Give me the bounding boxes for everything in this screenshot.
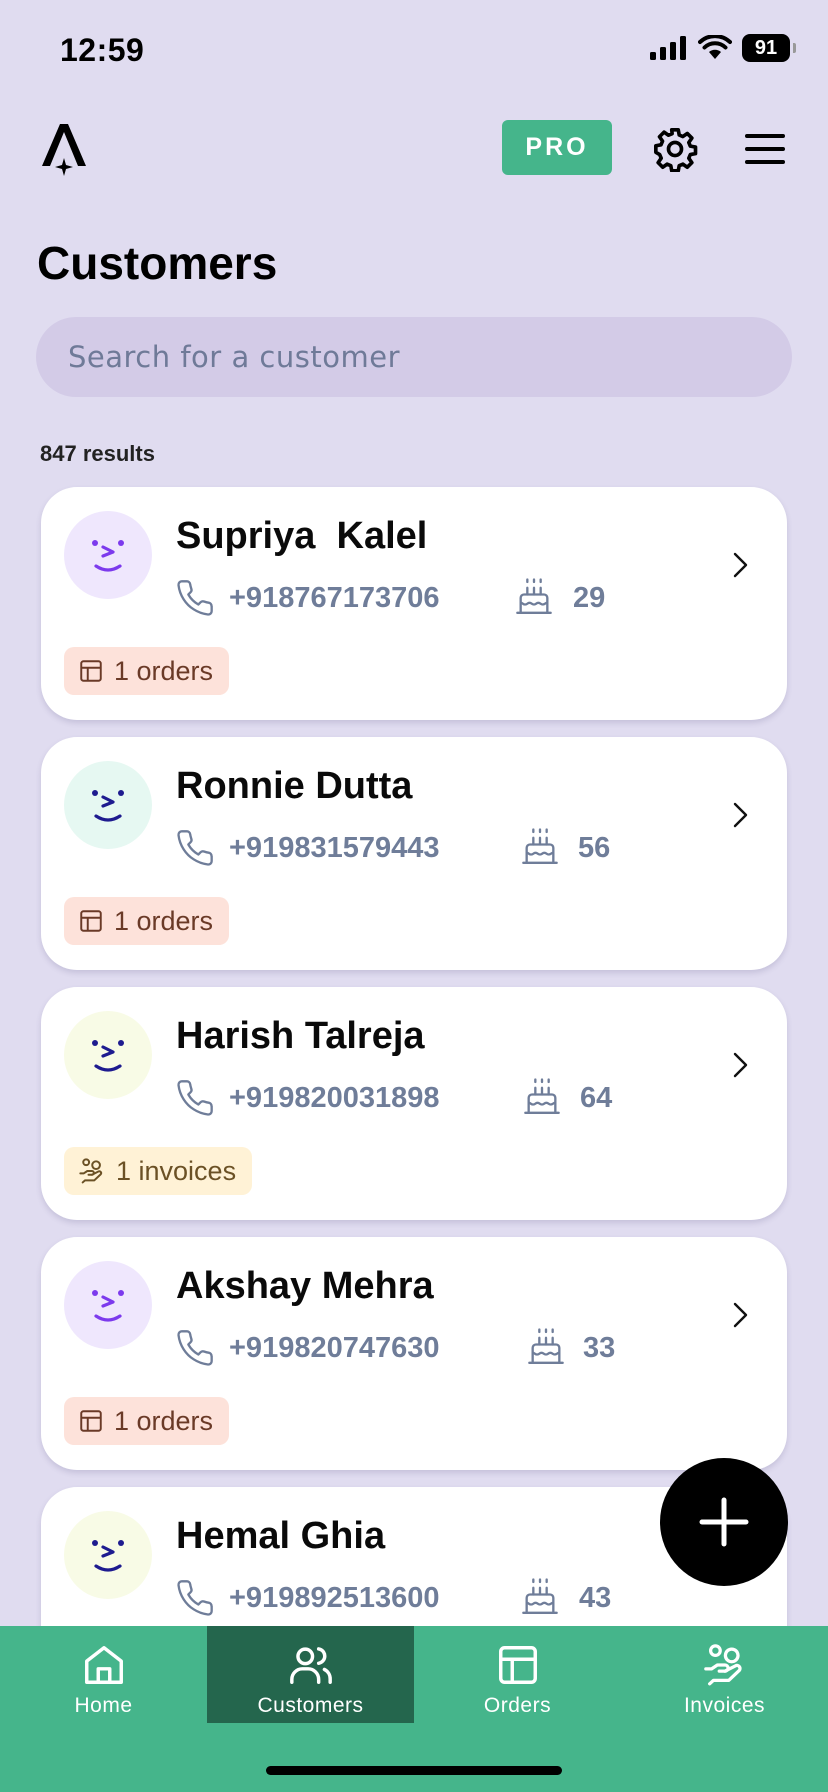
nav-label-invoices: Invoices: [683, 1694, 766, 1717]
customer-age: 33: [583, 1332, 616, 1364]
app-logo-icon[interactable]: [38, 118, 90, 178]
customer-name: Ronnie Dutta: [176, 765, 413, 807]
home-icon: [84, 1646, 123, 1684]
phone-icon: [175, 828, 215, 868]
orders-count-badge[interactable]: 1 orders: [64, 647, 230, 695]
table-icon: [498, 1646, 537, 1684]
chevron-right-icon[interactable]: [725, 800, 755, 830]
phone-icon: [175, 1328, 215, 1368]
nav-item-orders[interactable]: Orders: [414, 1626, 621, 1723]
badge-label: 1 orders: [114, 905, 214, 936]
nav-item-invoices[interactable]: Invoices: [621, 1626, 828, 1723]
nav-label-home: Home: [74, 1694, 133, 1717]
customer-card[interactable]: Ronnie Dutta +919831579443 56 1 orders: [41, 737, 787, 970]
avatar: [64, 511, 152, 599]
avatar: [64, 1011, 152, 1099]
birthday-cake-icon: [522, 1076, 562, 1118]
table-icon: [78, 658, 104, 684]
orders-count-badge[interactable]: 1 orders: [64, 897, 230, 945]
customer-age: 64: [580, 1082, 613, 1114]
nav-label-orders: Orders: [483, 1694, 552, 1717]
search-input[interactable]: [36, 317, 792, 397]
customer-phone[interactable]: +919831579443: [229, 832, 439, 865]
badge-label: 1 orders: [114, 1405, 214, 1436]
chevron-right-icon[interactable]: [725, 1300, 755, 1330]
users-icon: [289, 1647, 332, 1684]
customer-phone[interactable]: +919820747630: [229, 1332, 439, 1365]
chevron-right-icon[interactable]: [725, 550, 755, 580]
customer-name: Harish Talreja: [176, 1015, 425, 1057]
customer-name: Supriya Kalel: [176, 515, 428, 557]
customer-card[interactable]: Harish Talreja +919820031898 64 1 invoices: [41, 987, 787, 1220]
birthday-cake-icon: [520, 1576, 560, 1618]
page-title: Customers: [37, 237, 278, 289]
birthday-cake-icon: [520, 826, 560, 868]
home-indicator: [266, 1766, 562, 1775]
pro-badge[interactable]: PRO: [502, 120, 612, 175]
customer-name: Hemal Ghia: [176, 1515, 386, 1557]
status-time: 12:59: [60, 32, 145, 68]
battery-indicator: 91: [742, 34, 796, 62]
customer-age: 29: [573, 582, 606, 614]
avatar: [64, 1511, 152, 1599]
table-icon: [78, 908, 104, 934]
phone-icon: [175, 1078, 215, 1118]
customer-phone[interactable]: +918767173706: [229, 582, 439, 615]
customer-card[interactable]: Akshay Mehra +919820747630 33 1 orders: [41, 1237, 787, 1470]
customer-age: 43: [579, 1582, 612, 1614]
invoices-count-badge[interactable]: 1 invoices: [64, 1147, 253, 1195]
phone-icon: [175, 1578, 215, 1618]
settings-gear-icon[interactable]: [652, 126, 698, 173]
wifi-icon: [698, 35, 732, 59]
battery-level: 91: [754, 36, 778, 59]
chevron-right-icon[interactable]: [725, 1050, 755, 1080]
nav-item-home[interactable]: Home: [0, 1626, 207, 1723]
signal-icon: [650, 36, 686, 60]
hamburger-menu-icon[interactable]: [744, 128, 786, 170]
customer-name: Akshay Mehra: [176, 1265, 434, 1307]
customer-phone[interactable]: +919820031898: [229, 1082, 439, 1115]
avatar: [64, 761, 152, 849]
hand-coins-icon: [703, 1644, 742, 1686]
status-bar: 12:59 91: [0, 0, 828, 100]
phone-icon: [175, 578, 215, 618]
nav-item-customers[interactable]: Customers: [207, 1626, 414, 1723]
birthday-cake-icon: [514, 576, 554, 618]
status-icons: 91: [650, 34, 796, 62]
plus-icon: [699, 1497, 749, 1547]
add-customer-button[interactable]: [660, 1458, 788, 1586]
results-count: 847 results: [40, 441, 155, 466]
customer-card[interactable]: Supriya Kalel +918767173706 29 1 orders: [41, 487, 787, 720]
badge-label: 1 orders: [114, 655, 214, 686]
customer-phone[interactable]: +919892513600: [229, 1582, 439, 1615]
birthday-cake-icon: [526, 1326, 566, 1368]
avatar: [64, 1261, 152, 1349]
nav-label-customers: Customers: [257, 1694, 364, 1717]
table-icon: [78, 1408, 104, 1434]
orders-count-badge[interactable]: 1 orders: [64, 1397, 230, 1445]
hand-coins-icon: [78, 1157, 106, 1185]
badge-label: 1 invoices: [116, 1155, 237, 1186]
customer-age: 56: [578, 832, 611, 864]
